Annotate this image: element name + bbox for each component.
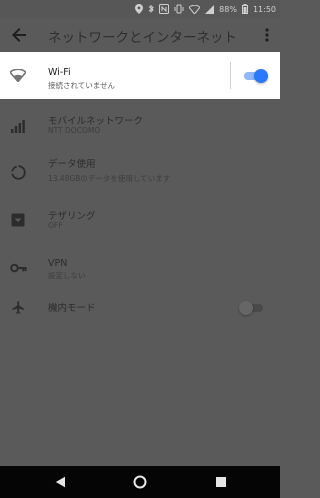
nav-home-icon	[133, 475, 147, 489]
key-icon	[9, 259, 27, 277]
toolbar: ネットワークとインターネット	[0, 18, 280, 52]
nav-recents-button[interactable]	[213, 474, 229, 490]
status-icons: 88% 11:50	[135, 2, 276, 16]
more-options-button[interactable]	[260, 25, 274, 45]
tethering-label: テザリング	[48, 211, 96, 222]
signal-icon	[205, 4, 215, 14]
more-vert-icon	[265, 28, 269, 42]
location-icon	[135, 4, 144, 14]
setting-row-vpn[interactable]: VPN 設定しない	[0, 243, 280, 289]
page-title: ネットワークとインターネット	[48, 30, 237, 46]
vibrate-icon	[174, 4, 184, 14]
hotspot-icon	[9, 211, 27, 229]
nav-home-button[interactable]	[132, 474, 148, 490]
setting-row-data-usage[interactable]: データ使用 13.48GBのデータを使用しています	[0, 148, 280, 194]
nav-back-button[interactable]	[52, 474, 68, 490]
back-arrow-icon	[12, 28, 26, 42]
wifi-status-text: 接続されていません	[48, 81, 116, 90]
data-usage-label: データ使用	[48, 159, 96, 170]
nav-recents-icon	[216, 477, 226, 487]
vpn-sub: 設定しない	[48, 271, 86, 280]
wifi-icon	[9, 66, 27, 84]
wifi-label: Wi-Fi	[48, 67, 71, 78]
status-bar: 88% 11:50	[0, 0, 280, 18]
setting-row-wifi[interactable]: Wi-Fi 接続されていません	[0, 52, 280, 99]
status-time: 11:50	[252, 4, 276, 14]
airplane-icon	[9, 298, 27, 316]
wifi-status-icon	[189, 4, 201, 14]
vpn-label: VPN	[48, 258, 68, 269]
wifi-toggle[interactable]	[244, 69, 268, 83]
data-usage-icon	[9, 163, 27, 181]
setting-row-mobile-network[interactable]: モバイルネットワーク NTT DOCOMO	[0, 101, 280, 147]
navigation-bar	[0, 466, 280, 498]
setting-row-airplane-mode[interactable]: 機内モード	[0, 290, 280, 328]
nav-back-icon	[55, 476, 65, 488]
bluetooth-icon	[148, 4, 154, 13]
tethering-sub: OFF	[48, 221, 63, 230]
battery-percent: 88%	[219, 4, 237, 14]
airplane-toggle-thumb	[239, 301, 253, 315]
setting-row-tethering[interactable]: テザリング OFF	[0, 196, 280, 242]
mobile-network-label: モバイルネットワーク	[48, 116, 144, 127]
battery-icon	[241, 4, 248, 14]
wifi-toggle-thumb	[254, 69, 268, 83]
data-usage-sub: 13.48GBのデータを使用しています	[48, 174, 171, 183]
airplane-mode-toggle[interactable]	[239, 301, 263, 315]
airplane-mode-label: 機内モード	[48, 303, 96, 314]
signal-bars-icon	[9, 117, 27, 135]
back-button[interactable]	[9, 25, 29, 45]
wifi-divider	[230, 62, 231, 89]
mobile-network-sub: NTT DOCOMO	[48, 126, 101, 135]
nfc-icon	[159, 4, 170, 14]
